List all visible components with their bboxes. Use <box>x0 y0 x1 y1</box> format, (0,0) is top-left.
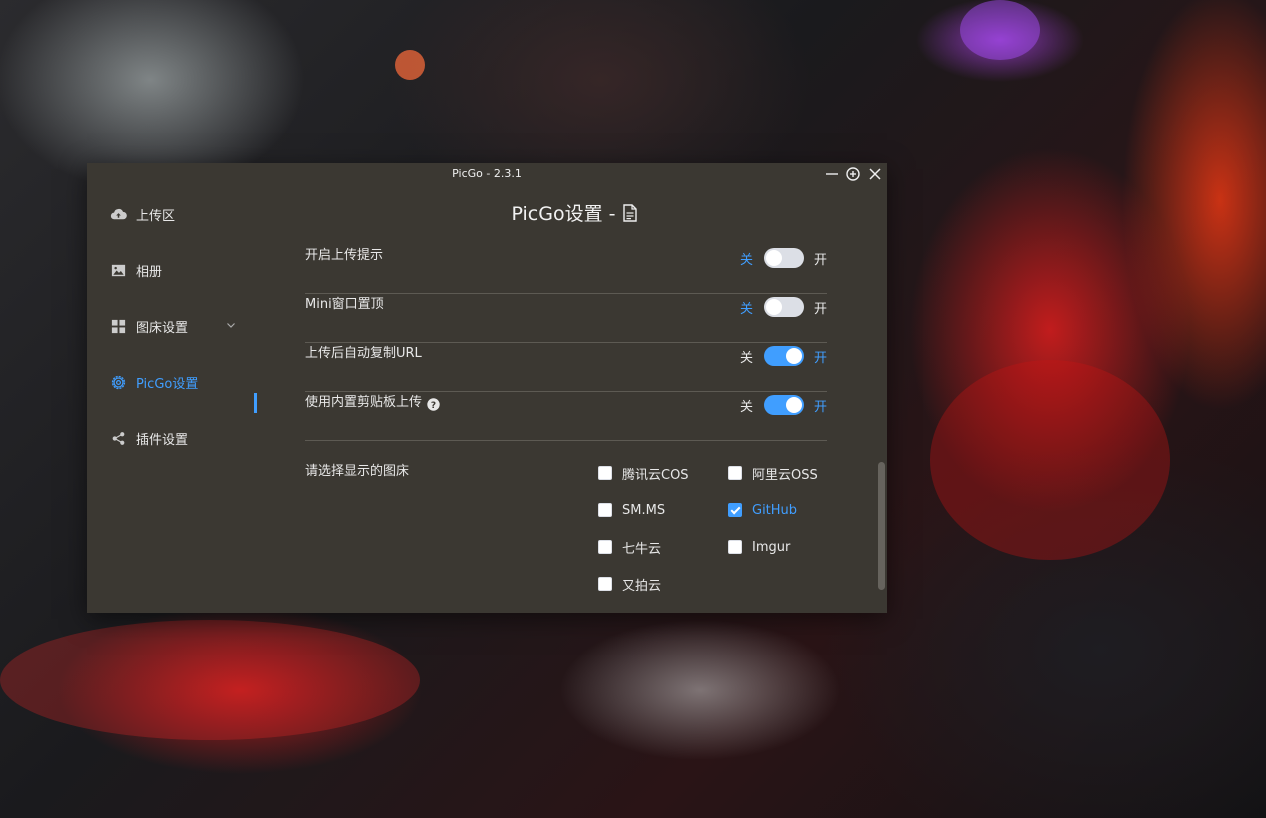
setting-row-builtin-clipboard: 使用内置剪贴板上传 ? 关 开 <box>305 392 827 441</box>
switch-on-label[interactable]: 开 <box>814 298 827 317</box>
checkbox-smms[interactable]: SM.MS <box>598 501 665 519</box>
sidebar-item-label: 插件设置 <box>136 432 189 448</box>
checkbox-box[interactable] <box>598 503 612 517</box>
sidebar-item-picbed-settings[interactable]: 图床设置 <box>109 312 259 340</box>
sidebar-item-label: 上传区 <box>136 208 176 224</box>
active-indicator <box>254 393 257 413</box>
picgo-window: PicGo - 2.3.1 上传区 相册 图床设置 PicGo设置 插件设置 P… <box>87 163 887 613</box>
switch-toggle[interactable] <box>763 346 804 366</box>
checkbox-box[interactable] <box>598 466 612 480</box>
cloud-upload-icon <box>109 205 127 223</box>
switch-off-label[interactable]: 关 <box>740 396 753 415</box>
toggle-upload-notification[interactable]: 关 开 <box>740 247 827 269</box>
switch-toggle[interactable] <box>763 248 804 268</box>
sidebar: 上传区 相册 图床设置 PicGo设置 插件设置 <box>87 185 262 613</box>
checkbox-qiniu[interactable]: 七牛云 <box>598 538 661 557</box>
checkbox-aliyun-oss[interactable]: 阿里云OSS <box>728 464 818 483</box>
switch-off-label[interactable]: 关 <box>740 249 753 268</box>
checkbox-upyun[interactable]: 又拍云 <box>598 575 661 594</box>
svg-text:?: ? <box>431 401 436 411</box>
switch-off-label[interactable]: 关 <box>740 347 753 366</box>
scrollbar[interactable] <box>878 462 885 590</box>
settings-panel: PicGo设置 - 开启上传提示 关 开 Mini窗口置顶 关 开 上传后自动复… <box>262 185 887 613</box>
question-icon[interactable]: ? <box>427 397 440 411</box>
sidebar-item-gallery[interactable]: 相册 <box>109 256 259 284</box>
sidebar-item-label: 图床设置 <box>136 320 189 336</box>
setting-row-mini-window-on-top: Mini窗口置顶 关 开 <box>305 294 827 343</box>
checkbox-box[interactable] <box>728 503 742 517</box>
switch-off-label[interactable]: 关 <box>740 298 753 317</box>
minimize-icon[interactable] <box>824 166 840 182</box>
checkbox-box[interactable] <box>598 577 612 591</box>
gear-icon <box>109 373 127 391</box>
grid-icon <box>109 317 127 335</box>
setting-label: 开启上传提示 <box>305 248 384 263</box>
switch-toggle[interactable] <box>763 297 804 317</box>
setting-row-upload-notification: 开启上传提示 关 开 <box>305 245 827 294</box>
checkbox-github[interactable]: GitHub <box>728 501 797 519</box>
sidebar-item-plugin-settings[interactable]: 插件设置 <box>109 424 259 452</box>
sidebar-item-upload[interactable]: 上传区 <box>109 200 259 228</box>
setting-label: 上传后自动复制URL <box>305 346 422 361</box>
setting-label: 使用内置剪贴板上传 ? <box>305 392 440 414</box>
chevron-down-icon <box>225 319 237 331</box>
checkbox-box[interactable] <box>728 466 742 480</box>
picbed-select-label: 请选择显示的图床 <box>305 464 410 479</box>
sidebar-item-label: PicGo设置 <box>136 376 199 392</box>
document-icon[interactable] <box>622 203 638 222</box>
checkbox-imgur[interactable]: Imgur <box>728 538 790 556</box>
window-title: PicGo - 2.3.1 <box>452 167 522 180</box>
toggle-auto-copy-url[interactable]: 关 开 <box>740 345 827 367</box>
switch-on-label[interactable]: 开 <box>814 347 827 366</box>
share-icon <box>109 429 127 447</box>
title-bar[interactable]: PicGo - 2.3.1 <box>87 163 887 185</box>
checkbox-box[interactable] <box>728 540 742 554</box>
close-icon[interactable] <box>867 166 883 182</box>
toggle-mini-window-on-top[interactable]: 关 开 <box>740 296 827 318</box>
page-title-text: PicGo设置 - <box>511 203 616 225</box>
setting-label: Mini窗口置顶 <box>305 297 384 312</box>
image-icon <box>109 261 127 279</box>
sidebar-item-label: 相册 <box>136 264 163 280</box>
checkbox-box[interactable] <box>598 540 612 554</box>
switch-on-label[interactable]: 开 <box>814 249 827 268</box>
toggle-builtin-clipboard[interactable]: 关 开 <box>740 394 827 416</box>
pin-icon[interactable] <box>845 166 861 182</box>
setting-row-auto-copy-url: 上传后自动复制URL 关 开 <box>305 343 827 392</box>
sidebar-item-picgo-settings[interactable]: PicGo设置 <box>109 368 259 396</box>
checkbox-tencent-cos[interactable]: 腾讯云COS <box>598 464 689 483</box>
page-title: PicGo设置 - <box>262 199 887 226</box>
switch-toggle[interactable] <box>763 395 804 415</box>
switch-on-label[interactable]: 开 <box>814 396 827 415</box>
